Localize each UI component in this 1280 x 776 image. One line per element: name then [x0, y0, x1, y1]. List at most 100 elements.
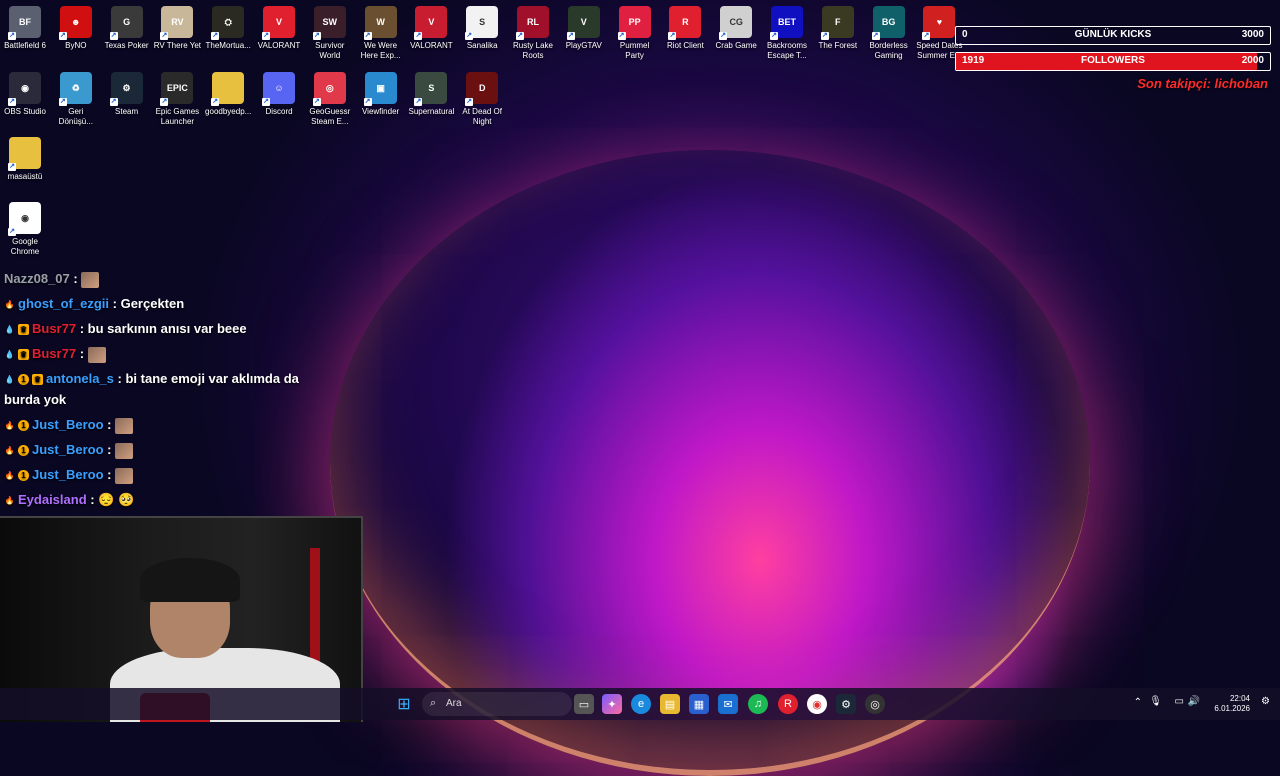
riot-client-icon: R [668, 6, 702, 40]
desktop-icon-valorant[interactable]: VVALORANT [406, 6, 456, 51]
desktop-icon-label: Backrooms Escape T... [766, 41, 807, 60]
chat-username[interactable]: Busr77 [32, 321, 76, 336]
desktop-icon-geoguessr-steam-e[interactable]: ◎GeoGuessr Steam E... [305, 72, 355, 127]
desktop-icon-byno[interactable]: ☻ByNO [51, 6, 101, 51]
pummel-party-icon: PP [617, 6, 651, 40]
outlook-icon[interactable]: ✉ [718, 694, 738, 714]
steam-icon[interactable]: ⚙ [836, 694, 856, 714]
fire-badge-icon: 🔥 [4, 446, 15, 456]
desktop-icon-obs-studio[interactable]: ◉OBS Studio [0, 72, 50, 117]
one-badge-icon: 1 [18, 374, 29, 386]
desktop-icon-borderless-gaming[interactable]: BGBorderless Gaming [864, 6, 914, 61]
desktop-icon-label: Texas Poker [104, 41, 149, 50]
microphone-icon[interactable]: 🎙 [1149, 696, 1162, 707]
fire-badge-icon: 🔥 [4, 300, 15, 310]
one-badge-icon: 1 [18, 445, 29, 457]
chat-separator: : [76, 321, 88, 336]
chat-message: 💧 ♛ Busr77 : bu sarkının anısı var beee [4, 318, 324, 339]
desktop-icon-label: ByNO [65, 41, 87, 50]
chrome-icon[interactable]: ◉ [807, 694, 827, 714]
desktop-icon-pummel-party[interactable]: PPPummel Party [610, 6, 660, 61]
drop-badge-icon: 💧 [4, 375, 15, 385]
desktop-icon-masa-st[interactable]: masaüstü [0, 137, 50, 182]
chat-username[interactable]: Just_Beroo [32, 467, 104, 482]
desktop-icon-the-forest[interactable]: FThe Forest [813, 6, 863, 51]
desktop-icon-rv-there-yet[interactable]: RVRV There Yet [152, 6, 202, 51]
task-view-icon[interactable]: ▭ [574, 694, 594, 714]
battlefield-6-icon: BF [8, 6, 41, 40]
google-chrome-icon: ◉ [8, 202, 41, 236]
desktop-icon-geri-d-n[interactable]: ♻Geri Dönüşü... [51, 72, 101, 127]
chat-emote-icon [115, 467, 134, 484]
chat-username[interactable]: Just_Beroo [32, 417, 104, 432]
gear-icon[interactable]: ⚙ [1261, 696, 1270, 707]
desktop-icon-texas-poker[interactable]: GTexas Poker [102, 6, 152, 51]
desktop-icon-label: Survivor World [315, 41, 345, 60]
desktop-icon-discord[interactable]: ☺Discord [254, 72, 304, 117]
rv-there-yet-icon: RV [160, 6, 194, 40]
chat-message: Nazz08_07 : [4, 268, 324, 289]
chevron-up-icon[interactable]: ⌃ [1134, 697, 1142, 708]
taskbar-search[interactable]: ⌕ Ara [422, 692, 572, 716]
spotify-icon[interactable]: ♫ [748, 694, 768, 714]
sanalika-icon: S [465, 6, 499, 40]
clock[interactable]: 22:04 6.01.2026 [1214, 694, 1250, 714]
store-icon[interactable]: ▦ [689, 694, 709, 714]
riot-client-icon[interactable]: R [778, 694, 798, 714]
desktop-icon-rusty-lake-roots[interactable]: RLRusty Lake Roots [508, 6, 558, 61]
desktop-icon-battlefield-6[interactable]: BFBattlefield 6 [0, 6, 50, 51]
chat-separator: : [69, 271, 82, 286]
desktop-icon-playgtav[interactable]: VPlayGTAV [559, 6, 609, 51]
desktop-icon-steam[interactable]: ⚙Steam [102, 72, 152, 117]
desktop-icon-sanalika[interactable]: SSanalika [457, 6, 507, 51]
desktop-icon-label: Google Chrome [10, 237, 40, 256]
desktop-icon-label: Sanalika [466, 41, 498, 50]
survivor-world-icon: SW [312, 6, 346, 40]
playgtav-icon: V [566, 6, 600, 40]
chat-username[interactable]: Just_Beroo [32, 442, 104, 457]
edge-icon[interactable]: e [631, 694, 651, 714]
desktop-icon-we-were-here-exp[interactable]: WWe Were Here Exp... [356, 6, 406, 61]
desktop-icon-themortua[interactable]: ⛭TheMortua... [203, 6, 253, 51]
chat-emote-icon [87, 346, 106, 363]
desktop-icon-label: masaüstü [7, 172, 43, 181]
followers-goal: 2000 [1241, 55, 1264, 66]
desktop-icon-at-dead-of-night[interactable]: DAt Dead Of Night [457, 72, 507, 127]
daily-kicks-bar: 0 GÜNLÜK KICKS 3000 [955, 26, 1271, 45]
one-badge-icon: 1 [18, 420, 29, 432]
desktop-icon-supernatural[interactable]: SSupernatural [406, 72, 456, 117]
obs-icon[interactable]: ◎ [865, 694, 885, 714]
desktop-icon-goodbyedp[interactable]: goodbyedp... [203, 72, 253, 117]
chat-username[interactable]: Nazz08_07 [4, 271, 70, 286]
followers-title: FOLLOWERS [1081, 55, 1145, 66]
themortua-icon: ⛭ [211, 6, 245, 40]
chat-username[interactable]: Eydaisland [18, 492, 87, 507]
desktop-icon-survivor-world[interactable]: SWSurvivor World [305, 6, 355, 61]
desktop-icon-google-chrome[interactable]: ◉Google Chrome [0, 202, 50, 257]
desktop-icon-backrooms-escape-t[interactable]: BETBackrooms Escape T... [762, 6, 812, 61]
desktop-icon-crab-game[interactable]: CGCrab Game [711, 6, 761, 51]
wallpaper-glow [330, 150, 1090, 776]
chat-message: 🔥 1 Just_Beroo : [4, 464, 324, 485]
network-icon[interactable]: ▭ [1175, 696, 1184, 707]
volume-icon[interactable]: 🔊 [1188, 696, 1200, 707]
desktop-icon-label: Rusty Lake Roots [512, 41, 554, 60]
streamer-cap [140, 558, 240, 602]
desktop-icon-label: TheMortua... [205, 41, 251, 50]
file-explorer-icon[interactable]: ▤ [660, 694, 680, 714]
desktop-icon-valorant[interactable]: VVALORANT [254, 6, 304, 51]
desktop-icon-viewfinder[interactable]: ▣Viewfinder [356, 72, 406, 117]
drop-badge-icon: 💧 [4, 350, 15, 360]
desktop-icon-riot-client[interactable]: RRiot Client [660, 6, 710, 51]
chat-username[interactable]: ghost_of_ezgii [18, 296, 109, 311]
desktop-icon-epic-games-launcher[interactable]: EPICEpic Games Launcher [152, 72, 202, 127]
chat-username[interactable]: Busr77 [32, 346, 76, 361]
desktop-icon-label: We Were Here Exp... [360, 41, 401, 60]
chat-separator: : [103, 467, 116, 482]
desktop-icon-label: Discord [265, 107, 293, 116]
obs-studio-icon: ◉ [8, 72, 41, 106]
chat-username[interactable]: antonela_s [46, 371, 114, 386]
start-windows-icon[interactable]: ⊞ [394, 694, 414, 714]
desktop-icon-label: PlayGTAV [565, 41, 602, 50]
copilot-icon[interactable]: ✦ [602, 694, 622, 714]
